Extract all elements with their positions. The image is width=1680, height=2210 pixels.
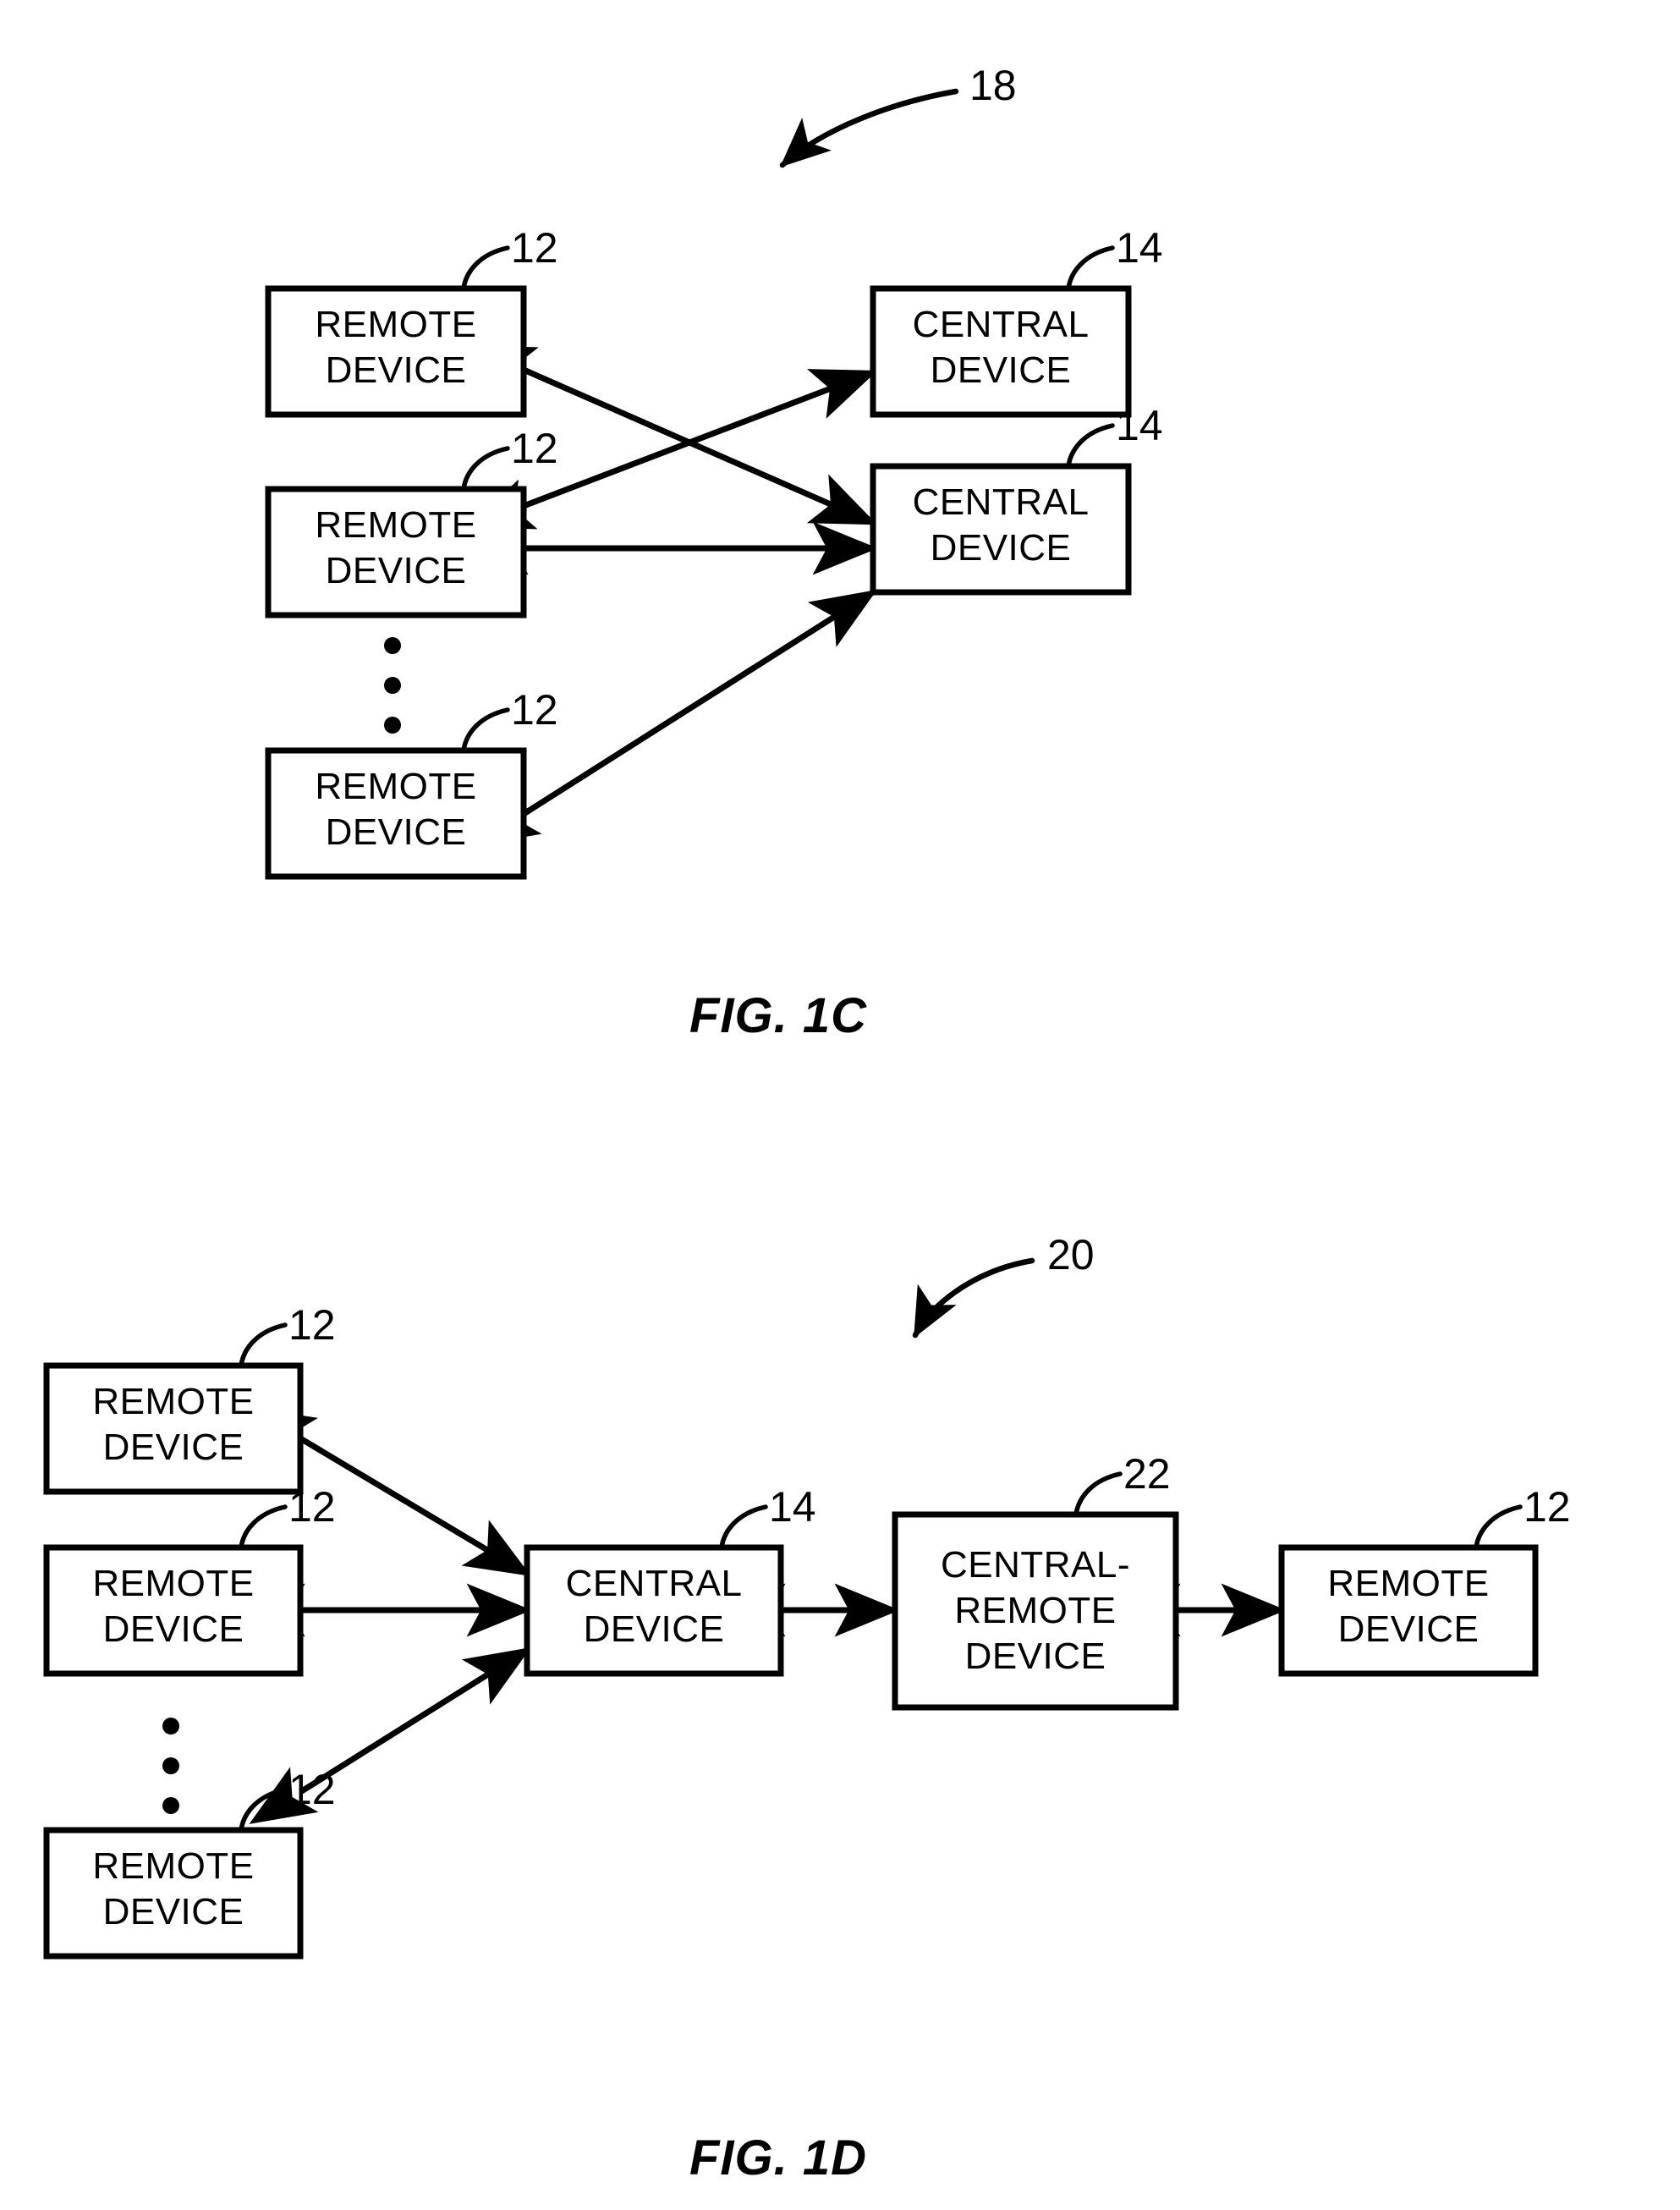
label-central-device-1-line1: CENTRAL	[913, 304, 1090, 345]
label-1d-remote-device-2-line1: REMOTE	[92, 1563, 254, 1604]
label-1d-remote-device-4-line2: DEVICE	[1338, 1608, 1480, 1650]
ref-leader-central-2	[1066, 423, 1115, 469]
ref-leader-1d-remote-2	[239, 1504, 288, 1550]
ref-number-system-18: 18	[969, 62, 1017, 109]
label-1d-central-remote-line2: REMOTE	[954, 1590, 1116, 1631]
figure-caption-1c: FIG. 1C	[689, 988, 867, 1043]
label-1d-central-device-line2: DEVICE	[584, 1608, 725, 1650]
ref-leader-1d-remote-4	[1474, 1504, 1523, 1550]
label-remote-device-2-line2: DEVICE	[326, 550, 467, 591]
ellipsis-remote-devices-1c	[384, 637, 401, 734]
label-1d-remote-device-4-line1: REMOTE	[1327, 1563, 1489, 1604]
label-1d-central-remote-line1: CENTRAL-	[941, 1544, 1130, 1586]
ref-leader-central-1	[1066, 245, 1115, 291]
ref-leader-1d-remote-1	[239, 1322, 288, 1368]
label-remote-device-1-line2: DEVICE	[326, 349, 467, 391]
figure-caption-1d: FIG. 1D	[689, 2130, 867, 2185]
ref-number-central-2: 14	[1116, 402, 1163, 449]
label-central-device-1-line2: DEVICE	[931, 349, 1072, 391]
ref-number-1d-central-remote: 22	[1123, 1450, 1171, 1498]
label-remote-device-2-line1: REMOTE	[315, 504, 476, 546]
label-1d-remote-device-2-line2: DEVICE	[103, 1608, 244, 1650]
label-1d-remote-device-3-line2: DEVICE	[103, 1891, 244, 1932]
ref-number-remote-1: 12	[511, 224, 558, 272]
label-remote-device-3-line1: REMOTE	[315, 766, 476, 807]
label-remote-device-3-line2: DEVICE	[326, 811, 467, 853]
system-ref-18-leader	[779, 88, 959, 168]
ref-number-system-20: 20	[1047, 1231, 1095, 1278]
ref-number-1d-central: 14	[769, 1483, 816, 1531]
ellipsis-remote-devices-1d	[162, 1718, 179, 1814]
label-remote-device-1-line1: REMOTE	[315, 304, 476, 345]
patent-figure-sheet: REMOTE DEVICE REMOTE DEVICE REMOTE DEVIC…	[0, 0, 1680, 2210]
ref-leader-remote-1	[461, 245, 510, 291]
figure-1d-group: REMOTE DEVICE REMOTE DEVICE REMOTE DEVIC…	[43, 1231, 1571, 2185]
ref-number-1d-remote-3: 12	[288, 1766, 336, 1813]
label-central-device-2-line2: DEVICE	[931, 527, 1072, 569]
ref-number-1d-remote-2: 12	[288, 1483, 336, 1531]
label-central-device-2-line1: CENTRAL	[913, 481, 1090, 523]
label-1d-central-remote-line3: DEVICE	[965, 1636, 1106, 1677]
label-1d-remote-device-3-line1: REMOTE	[92, 1845, 254, 1887]
ref-leader-1d-remote-3	[239, 1787, 288, 1833]
figure-1c-group: REMOTE DEVICE REMOTE DEVICE REMOTE DEVIC…	[265, 62, 1163, 1043]
figures-canvas: REMOTE DEVICE REMOTE DEVICE REMOTE DEVIC…	[43, 62, 1571, 2185]
ref-leader-1d-central-remote	[1073, 1471, 1123, 1517]
ref-number-1d-remote-4: 12	[1524, 1483, 1571, 1531]
ref-leader-1d-central	[719, 1504, 768, 1550]
label-1d-remote-device-1-line2: DEVICE	[103, 1427, 244, 1468]
label-1d-remote-device-1-line1: REMOTE	[92, 1381, 254, 1422]
ref-number-remote-2: 12	[511, 425, 558, 472]
label-1d-central-device-line1: CENTRAL	[566, 1563, 743, 1604]
ref-number-1d-remote-1: 12	[288, 1301, 336, 1349]
link-remote3-central2	[472, 590, 877, 847]
ref-leader-remote-3	[461, 707, 510, 753]
ref-number-remote-3: 12	[511, 686, 558, 734]
ref-number-central-1: 14	[1116, 224, 1163, 272]
system-ref-20-leader	[912, 1257, 1035, 1339]
ref-leader-remote-2	[461, 446, 510, 492]
